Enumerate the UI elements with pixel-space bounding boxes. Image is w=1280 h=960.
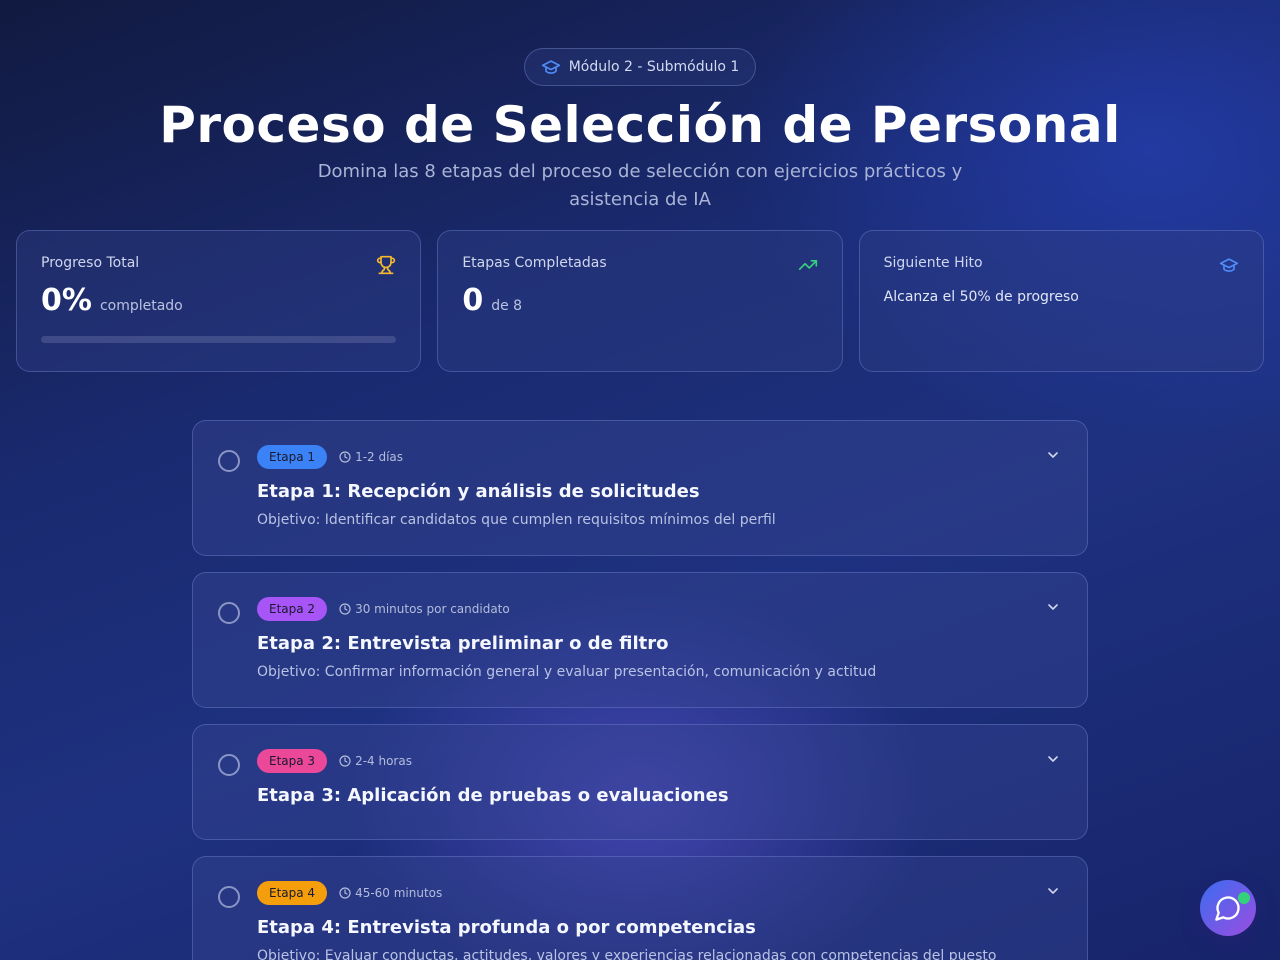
stat-card-completed: Etapas Completadas 0 de 8: [437, 230, 843, 372]
clock-icon: [339, 603, 351, 615]
stage-title: Etapa 1: Recepción y análisis de solicit…: [257, 481, 700, 502]
stage-checkbox[interactable]: [218, 450, 240, 472]
stat-card-progress: Progreso Total 0% completado: [16, 230, 422, 372]
chevron-down-icon[interactable]: [1045, 599, 1061, 615]
stage-duration-text: 2-4 horas: [355, 754, 412, 768]
stage-duration-text: 45-60 minutos: [355, 886, 443, 900]
stage-card-2[interactable]: Etapa 2 30 minutos por candidato Etapa 2…: [192, 572, 1088, 708]
clock-icon: [339, 887, 351, 899]
chat-assistant-button[interactable]: [1200, 880, 1256, 936]
stage-duration-text: 1-2 días: [355, 450, 404, 464]
stage-card-3[interactable]: Etapa 3 2-4 horas Etapa 3: Aplicación de…: [192, 724, 1088, 840]
page-title: Proceso de Selección de Personal: [159, 96, 1121, 154]
stage-card-1[interactable]: Etapa 1 1-2 días Etapa 1: Recepción y an…: [192, 420, 1088, 556]
stage-tag: Etapa 2: [257, 597, 328, 621]
stage-objective: Objetivo: Confirmar información general …: [257, 664, 877, 680]
chevron-down-icon[interactable]: [1045, 883, 1061, 899]
completed-value: 0: [462, 283, 484, 318]
stage-tag: Etapa 3: [257, 749, 328, 773]
completed-unit: de 8: [491, 298, 523, 314]
stat-label: Siguiente Hito: [883, 255, 983, 271]
online-status-dot: [1238, 892, 1250, 904]
progress-bar: [41, 336, 397, 343]
stage-checkbox[interactable]: [218, 602, 240, 624]
stat-card-milestone: Siguiente Hito Alcanza el 50% de progres…: [858, 230, 1264, 372]
chevron-down-icon[interactable]: [1045, 447, 1061, 463]
progress-value: 0%: [41, 283, 92, 318]
stage-title: Etapa 3: Aplicación de pruebas o evaluac…: [257, 785, 729, 806]
milestone-text: Alcanza el 50% de progreso: [883, 289, 1079, 305]
stage-duration: 30 minutos por candidato: [339, 602, 510, 616]
trending-up-icon: [798, 260, 817, 270]
stage-duration: 45-60 minutos: [339, 886, 442, 900]
progress-unit: completado: [99, 298, 183, 314]
chevron-down-icon[interactable]: [1045, 751, 1061, 767]
stages-list: Etapa 1 1-2 días Etapa 1: Recepción y an…: [192, 420, 1088, 960]
stage-checkbox[interactable]: [218, 754, 240, 776]
stat-label: Etapas Completadas: [462, 255, 607, 271]
module-badge-label: Módulo 2 - Submódulo 1: [568, 59, 740, 75]
stage-tag: Etapa 4: [257, 881, 328, 905]
clock-icon: [339, 755, 351, 767]
page-header: Módulo 2 - Submódulo 1 Proceso de Selecc…: [0, 48, 1280, 214]
clock-icon: [339, 451, 351, 463]
stage-title: Etapa 2: Entrevista preliminar o de filt…: [257, 633, 669, 654]
stats-row: Progreso Total 0% completado Etapas Comp…: [16, 230, 1264, 372]
stage-objective: Objetivo: Identificar candidatos que cum…: [257, 512, 776, 528]
stage-duration-text: 30 minutos por candidato: [355, 602, 510, 616]
module-badge: Módulo 2 - Submódulo 1: [523, 48, 757, 86]
graduation-cap-icon: [1219, 258, 1239, 272]
stage-duration: 1-2 días: [339, 450, 403, 464]
stage-title: Etapa 4: Entrevista profunda o por compe…: [257, 917, 756, 938]
stage-objective: Objetivo: Evaluar conductas, actitudes, …: [257, 948, 997, 960]
stage-checkbox[interactable]: [218, 886, 240, 908]
stage-card-4[interactable]: Etapa 4 45-60 minutos Etapa 4: Entrevist…: [192, 856, 1088, 960]
stage-duration: 2-4 horas: [339, 754, 412, 768]
page-subtitle: Domina las 8 etapas del proceso de selec…: [317, 161, 963, 210]
stat-label: Progreso Total: [41, 255, 140, 271]
stage-tag: Etapa 1: [257, 445, 328, 469]
trophy-icon: [377, 255, 396, 275]
graduation-cap-icon: [541, 60, 560, 74]
